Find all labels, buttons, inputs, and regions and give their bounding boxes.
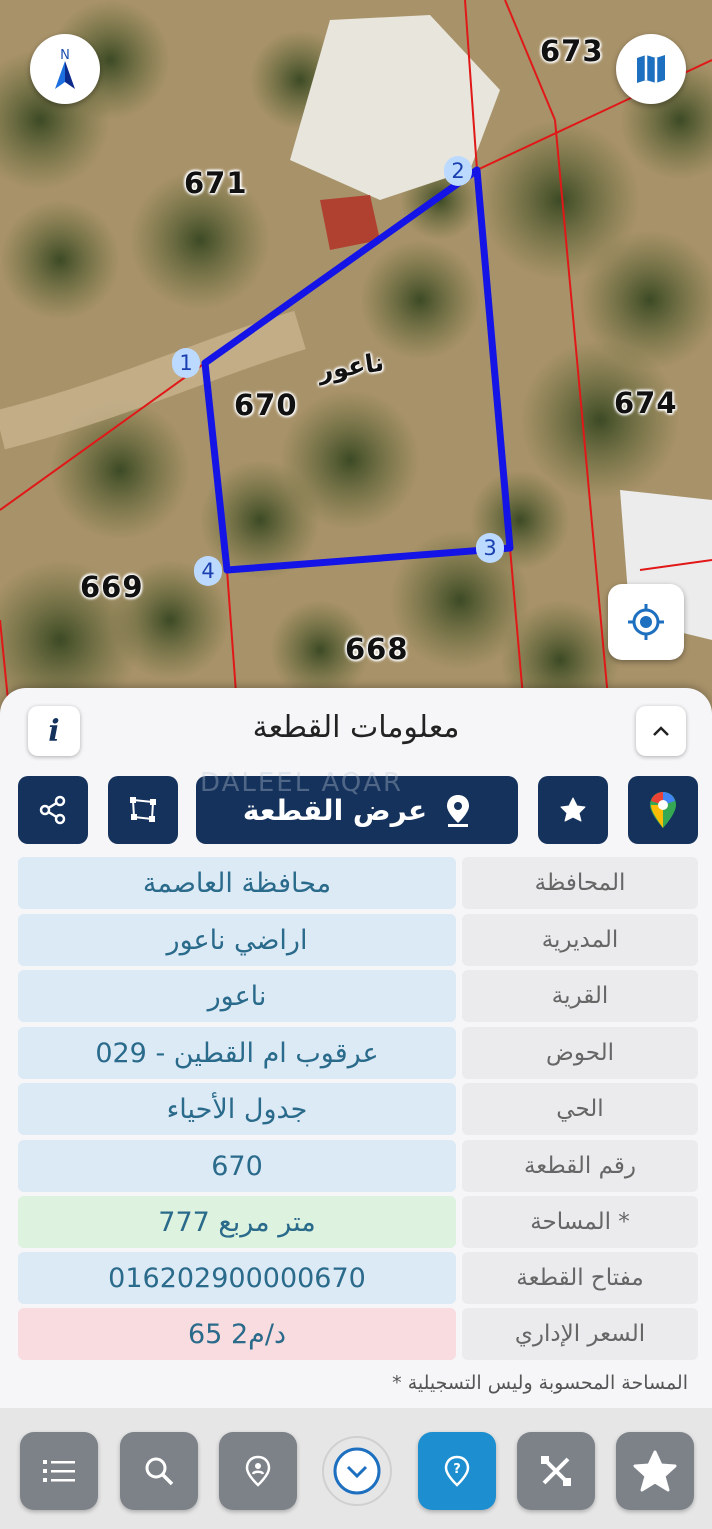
plot-number-669: 669 <box>80 570 144 604</box>
star-icon <box>633 1450 677 1492</box>
plot-number-673: 673 <box>540 34 604 68</box>
table-row: 670 رقم القطعة <box>18 1140 698 1192</box>
help-location-button[interactable]: ? <box>418 1432 496 1510</box>
plot-number-label: رقم القطعة <box>462 1140 698 1192</box>
share-button[interactable] <box>18 776 88 844</box>
help-pin-icon: ? <box>444 1455 470 1487</box>
plot-key-value: 016202900000670 <box>18 1252 456 1304</box>
target-location-icon <box>628 604 664 640</box>
plot-number-671: 671 <box>184 166 248 200</box>
chevron-down-icon <box>322 1436 392 1506</box>
vertex-1[interactable]: 1 <box>172 348 200 378</box>
vertex-2[interactable]: 2 <box>444 156 472 186</box>
table-row: ناعور القرية <box>18 970 698 1022</box>
directorate-label: المديرية <box>462 914 698 966</box>
area-value: 777 متر مربع <box>18 1196 456 1248</box>
polygon-button[interactable] <box>108 776 178 844</box>
favorites-nav-button[interactable] <box>616 1432 694 1510</box>
plot-number-674: 674 <box>614 386 678 420</box>
my-location-button[interactable] <box>608 584 684 660</box>
tools-button[interactable] <box>517 1432 595 1510</box>
table-row: جدول الأحياء الحي <box>18 1083 698 1135</box>
share-icon <box>39 795 66 825</box>
search-button[interactable] <box>120 1432 198 1510</box>
table-row: 777 متر مربع المساحة * <box>18 1196 698 1248</box>
plot-number-668: 668 <box>345 632 409 666</box>
table-row: 016202900000670 مفتاح القطعة <box>18 1252 698 1304</box>
table-row: 65 د/م2 السعر الإداري <box>18 1308 698 1360</box>
basin-label: الحوض <box>462 1027 698 1079</box>
table-row: اراضي ناعور المديرية <box>18 914 698 966</box>
area-footnote: * المساحة المحسوبة وليس التسجيلية <box>392 1372 688 1394</box>
svg-text:?: ? <box>453 1462 461 1477</box>
area-label: المساحة * <box>462 1196 698 1248</box>
bottom-navigation: ? <box>0 1408 712 1529</box>
vertex-4[interactable]: 4 <box>194 556 222 586</box>
collapse-panel-button[interactable] <box>636 706 686 756</box>
panel-title: معلومات القطعة <box>252 710 460 745</box>
satellite-map[interactable]: N 673 671 670 674 669 668 ناعور 1 2 3 4 <box>0 0 712 720</box>
compass-arrow-icon: N <box>55 48 75 89</box>
vertex-3[interactable]: 3 <box>476 533 504 563</box>
collapse-nav-button[interactable] <box>320 1434 394 1508</box>
favorite-button[interactable] <box>538 776 608 844</box>
plot-number-value: 670 <box>18 1140 456 1192</box>
location-button[interactable] <box>219 1432 297 1510</box>
map-layers-button[interactable] <box>616 34 686 104</box>
map-pin-icon <box>447 795 470 827</box>
star-icon <box>560 797 586 822</box>
plot-number-670: 670 <box>234 388 298 422</box>
chevron-up-icon <box>653 726 669 736</box>
google-maps-button[interactable] <box>628 776 698 844</box>
admin-price-value: 65 د/م2 <box>18 1308 456 1360</box>
svg-text:N: N <box>60 48 70 63</box>
table-row: محافظة العاصمة المحافظة <box>18 857 698 909</box>
list-button[interactable] <box>20 1432 98 1510</box>
location-pin-icon <box>245 1455 271 1487</box>
governorate-label: المحافظة <box>462 857 698 909</box>
tools-icon <box>541 1456 571 1486</box>
district-value: جدول الأحياء <box>18 1083 456 1135</box>
district-label: الحي <box>462 1083 698 1135</box>
google-maps-pin-icon <box>650 792 676 828</box>
search-icon <box>145 1457 174 1486</box>
table-row: عرقوب ام القطين - 029 الحوض <box>18 1027 698 1079</box>
north-compass-button[interactable]: N <box>30 34 100 104</box>
plot-key-label: مفتاح القطعة <box>462 1252 698 1304</box>
polygon-icon <box>130 797 156 822</box>
plot-info-panel: i معلومات القطعة عرض القطعة DALEEL AQAR <box>0 688 712 1408</box>
admin-price-label: السعر الإداري <box>462 1308 698 1360</box>
village-field-label: القرية <box>462 970 698 1022</box>
village-value: ناعور <box>18 970 456 1022</box>
list-icon <box>43 1460 75 1482</box>
watermark: DALEEL AQAR <box>200 768 404 798</box>
show-plot-label: عرض القطعة <box>242 793 428 827</box>
basin-value: عرقوب ام القطين - 029 <box>18 1027 456 1079</box>
directorate-value: اراضي ناعور <box>18 914 456 966</box>
governorate-value: محافظة العاصمة <box>18 857 456 909</box>
map-icon <box>637 55 665 83</box>
